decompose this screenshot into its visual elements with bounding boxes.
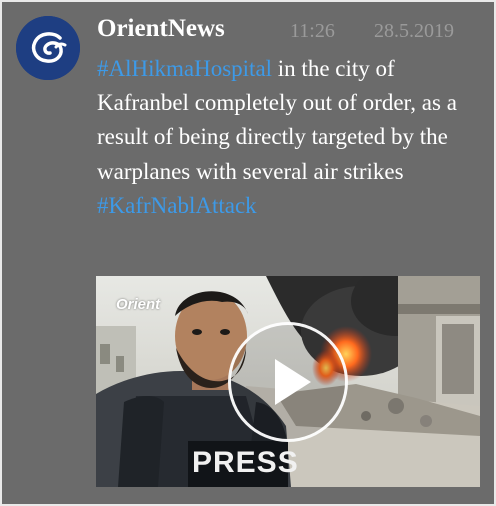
post-date: 28.5.2019 <box>374 20 454 42</box>
channel-avatar[interactable] <box>16 16 80 80</box>
press-vest-label: PRESS <box>192 446 299 479</box>
hashtag-link[interactable]: #KafrNablAttack <box>97 193 257 218</box>
channel-watermark: Orient <box>116 296 161 313</box>
orient-logo-icon <box>16 16 80 80</box>
play-icon <box>275 359 311 405</box>
hashtag-link[interactable]: #AlHikmaHospital <box>97 56 272 81</box>
post-text: #AlHikmaHospital in the city of Kafranbe… <box>97 52 481 223</box>
post-time: 11:26 <box>290 20 335 42</box>
play-button[interactable] <box>228 322 348 442</box>
author-name[interactable]: OrientNews <box>97 12 225 46</box>
